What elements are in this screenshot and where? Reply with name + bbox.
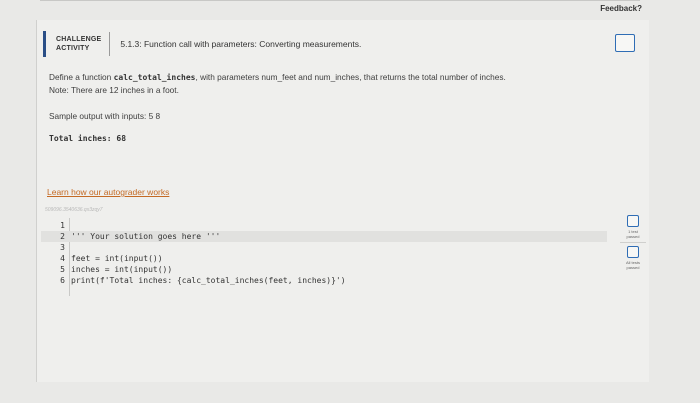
completion-checkbox-icon bbox=[615, 34, 635, 52]
all-tests-label: All tests passed bbox=[625, 260, 640, 270]
description-line1: Define a function calc_total_inches, wit… bbox=[49, 72, 506, 82]
activity-description: Define a function calc_total_inches, wit… bbox=[49, 71, 506, 96]
sample-output-text: Total inches: 68 bbox=[49, 134, 127, 143]
code-line-active[interactable]: 2 ''' Your solution goes here ''' bbox=[41, 231, 607, 242]
one-test-checkbox-icon bbox=[627, 215, 639, 227]
challenge-activity-panel: CHALLENGE ACTIVITY 5.1.3: Function call … bbox=[36, 20, 649, 382]
activity-type-label: CHALLENGE ACTIVITY bbox=[56, 32, 111, 56]
all-tests-checkbox-icon bbox=[627, 246, 639, 258]
session-id: 509096.3540636.qx3zqy7 bbox=[45, 207, 103, 213]
code-line[interactable]: 4 feet = int(input()) bbox=[41, 253, 607, 264]
test-separator bbox=[620, 242, 646, 243]
code-line[interactable]: 6 print(f'Total inches: {calc_total_inche… bbox=[41, 275, 607, 286]
code-line[interactable]: 1 bbox=[41, 220, 607, 231]
one-test-label: 1 test passed bbox=[626, 229, 640, 239]
activity-type-line2: ACTIVITY bbox=[56, 45, 90, 52]
code-editor[interactable]: 1 2 ''' Your solution goes here ''' 3 4 fe… bbox=[41, 218, 607, 296]
feedback-link[interactable]: Feedback? bbox=[600, 4, 642, 13]
sample-output-label: Sample output with inputs: 5 8 bbox=[49, 111, 161, 121]
code-line[interactable]: 5 inches = int(input()) bbox=[41, 264, 607, 275]
code-line[interactable]: 3 bbox=[41, 242, 607, 253]
header-accent-bar bbox=[43, 31, 46, 57]
description-line2: Note: There are 12 inches in a foot. bbox=[49, 85, 179, 95]
autograder-link[interactable]: Learn how our autograder works bbox=[47, 187, 169, 197]
activity-title: 5.1.3: Function call with parameters: Co… bbox=[120, 39, 362, 49]
test-results: 1 test passed All tests passed bbox=[619, 215, 647, 270]
function-name-code: calc_total_inches bbox=[113, 73, 196, 82]
screen: Feedback? CHALLENGE ACTIVITY 5.1.3: Func… bbox=[0, 0, 700, 403]
activity-type-line1: CHALLENGE bbox=[56, 36, 102, 43]
top-divider bbox=[40, 0, 640, 1]
activity-header: CHALLENGE ACTIVITY 5.1.3: Function call … bbox=[43, 31, 361, 57]
